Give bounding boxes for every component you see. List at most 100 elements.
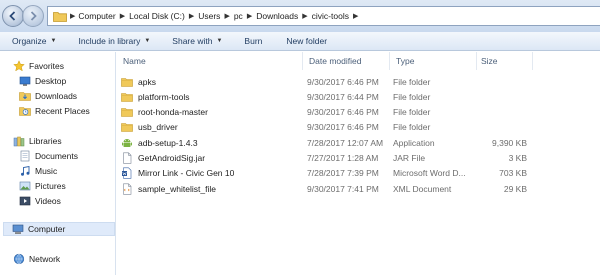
file-size-cell: 29 KB <box>503 183 527 194</box>
nav-favorites-label: Favorites <box>29 61 64 71</box>
file-name-cell[interactable]: sample_whitelist_file <box>121 181 301 196</box>
organize-label: Organize <box>12 36 47 46</box>
file-size-cell <box>479 105 527 120</box>
file-date-cell: 7/28/2017 12:07 AM <box>307 137 384 148</box>
chevron-right-icon[interactable]: ▶ <box>120 12 125 20</box>
file-type-cell: Application <box>393 137 435 148</box>
include-in-library-button[interactable]: Include in library ▼ <box>72 33 156 50</box>
xml-document-icon <box>121 183 133 195</box>
chevron-right-icon[interactable]: ▶ <box>302 12 307 20</box>
nav-computer[interactable]: Computer <box>3 222 115 236</box>
file-row[interactable]: usb_driver 9/30/2017 6:46 PM File folder <box>117 120 600 135</box>
breadcrumb-pc[interactable]: pc <box>234 11 243 21</box>
nav-recent-places[interactable]: Recent Places <box>19 104 90 118</box>
chevron-right-icon[interactable]: ▶ <box>189 12 194 20</box>
file-name-label: usb_driver <box>138 122 178 133</box>
chevron-right-icon[interactable]: ▶ <box>247 12 252 20</box>
nav-music[interactable]: Music <box>19 164 57 178</box>
column-name-label: Name <box>123 56 146 66</box>
file-size-cell <box>479 74 527 89</box>
file-date-cell: 9/30/2017 6:46 PM <box>307 107 379 118</box>
file-name-label: adb-setup-1.4.3 <box>138 137 198 148</box>
nav-network[interactable]: Network <box>13 252 60 266</box>
file-name-label: apks <box>138 76 156 87</box>
organize-button[interactable]: Organize ▼ <box>6 33 62 50</box>
column-header-size[interactable]: Size <box>477 52 533 70</box>
caret-down-icon: ▼ <box>144 38 151 44</box>
nav-computer-label: Computer <box>28 224 66 234</box>
pictures-icon <box>19 180 31 192</box>
file-name-cell[interactable]: root-honda-master <box>121 105 301 120</box>
nav-desktop-label: Desktop <box>35 76 67 86</box>
desktop-icon <box>19 75 31 87</box>
nav-recent-places-label: Recent Places <box>35 106 90 116</box>
file-type-cell: XML Document <box>393 183 452 194</box>
file-name-cell[interactable]: GetAndroidSig.jar <box>121 151 301 166</box>
breadcrumb-downloads[interactable]: Downloads <box>256 11 298 21</box>
file-name-cell[interactable]: usb_driver <box>121 120 301 135</box>
nav-favorites[interactable]: Favorites <box>13 59 64 73</box>
share-with-label: Share with <box>172 36 213 46</box>
nav-libraries[interactable]: Libraries <box>13 134 62 148</box>
file-row[interactable]: GetAndroidSig.jar 7/27/2017 1:28 AM JAR Fi… <box>117 151 600 166</box>
back-button[interactable] <box>2 5 24 27</box>
file-row[interactable]: platform-tools 9/30/2017 6:44 PM File fold… <box>117 89 600 104</box>
breadcrumb-local-disk[interactable]: Local Disk (C:) <box>129 11 185 21</box>
folder-icon <box>121 121 133 133</box>
file-type-cell: JAR File <box>393 153 426 163</box>
file-row[interactable]: apks 9/30/2017 6:46 PM File folder <box>117 74 600 89</box>
file-name-cell[interactable]: platform-tools <box>121 89 301 104</box>
folder-icon <box>53 11 67 22</box>
address-bar-area: ▶ Computer ▶ Local Disk (C:) ▶ Users ▶ p… <box>0 0 600 32</box>
downloads-folder-icon <box>19 90 31 102</box>
network-icon <box>13 253 25 265</box>
file-row[interactable]: root-honda-master 9/30/2017 6:46 PM File f… <box>117 105 600 120</box>
file-name-cell[interactable]: adb-setup-1.4.3 <box>121 135 301 150</box>
file-name-cell[interactable]: Mirror Link - Civic Gen 10 <box>121 166 301 181</box>
burn-button[interactable]: Burn <box>238 33 268 50</box>
nav-desktop[interactable]: Desktop <box>19 74 66 88</box>
file-date-cell: 9/30/2017 6:44 PM <box>307 91 379 102</box>
file-type-cell: Microsoft Word D... <box>393 168 466 179</box>
file-size-cell: 9,390 KB <box>492 137 527 148</box>
nav-downloads[interactable]: Downloads <box>19 89 77 103</box>
column-header-type[interactable]: Type <box>390 52 477 70</box>
nav-pictures[interactable]: Pictures <box>19 179 66 193</box>
nav-music-label: Music <box>35 166 58 176</box>
chevron-right-icon[interactable]: ▶ <box>353 12 358 20</box>
nav-libraries-label: Libraries <box>29 136 62 146</box>
android-icon <box>121 137 133 149</box>
breadcrumb-computer[interactable]: Computer <box>78 11 115 21</box>
computer-icon <box>12 223 24 235</box>
file-row[interactable]: Mirror Link - Civic Gen 10 7/28/2017 7:39… <box>117 166 600 181</box>
new-folder-button[interactable]: New folder <box>280 33 333 50</box>
navigation-pane: Favorites Desktop Downloads Recent Place… <box>0 52 116 275</box>
file-row[interactable]: sample_whitelist_file 9/30/2017 7:41 PM XM… <box>117 181 600 196</box>
file-name-label: root-honda-master <box>138 107 208 118</box>
file-row[interactable]: adb-setup-1.4.3 7/28/2017 12:07 AM Applica… <box>117 135 600 150</box>
include-in-library-label: Include in library <box>78 36 141 46</box>
file-size-cell <box>479 89 527 104</box>
file-type-cell: File folder <box>393 76 431 87</box>
chevron-right-icon[interactable]: ▶ <box>70 12 75 20</box>
documents-icon <box>19 150 31 162</box>
chevron-right-icon[interactable]: ▶ <box>224 12 229 20</box>
folder-icon <box>121 106 133 118</box>
music-icon <box>19 165 31 177</box>
file-size-cell <box>479 120 527 135</box>
nav-network-label: Network <box>29 254 61 264</box>
nav-downloads-label: Downloads <box>35 91 78 101</box>
address-box[interactable]: ▶ Computer ▶ Local Disk (C:) ▶ Users ▶ p… <box>47 6 600 26</box>
share-with-button[interactable]: Share with ▼ <box>166 33 228 50</box>
column-header-date-modified[interactable]: Date modified <box>303 52 390 70</box>
column-header-name[interactable]: Name <box>117 52 303 70</box>
folder-icon <box>121 91 133 103</box>
breadcrumb-users[interactable]: Users <box>198 11 220 21</box>
file-name-label: platform-tools <box>138 91 190 102</box>
breadcrumb-civic-tools[interactable]: civic-tools <box>312 11 349 21</box>
file-name-cell[interactable]: apks <box>121 74 301 89</box>
forward-button[interactable] <box>22 5 44 27</box>
nav-videos[interactable]: Videos <box>19 194 61 208</box>
nav-documents[interactable]: Documents <box>19 149 78 163</box>
file-type-cell: File folder <box>393 107 431 118</box>
